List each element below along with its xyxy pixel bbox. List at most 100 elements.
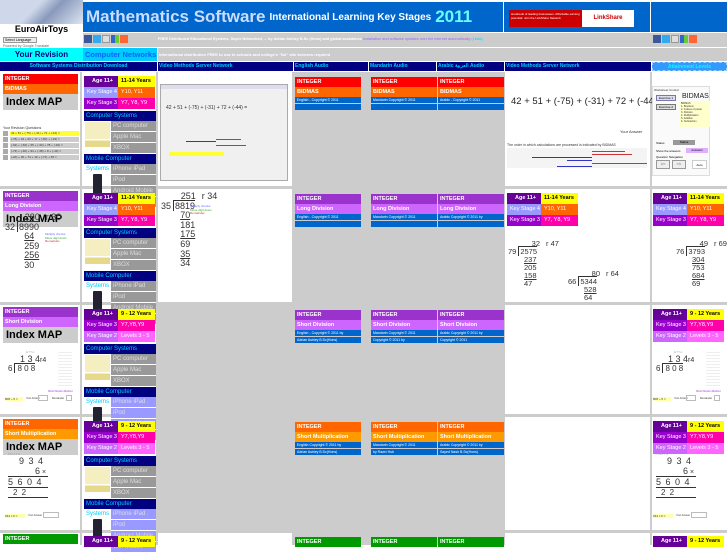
remainder-input[interactable] — [66, 395, 72, 401]
mandarin-audio-box[interactable]: INTEGER — [371, 537, 437, 547]
arabic-audio-box[interactable]: INTEGER Short Division Arabic Copyright © … — [438, 310, 504, 344]
subtopic-tag[interactable]: Short Division — [3, 317, 78, 327]
mandarin-audio-box[interactable]: INTEGER Long Division Mandarin Copyright ©… — [371, 194, 437, 228]
revision-question[interactable]: (-20) + 30 + 74 + 19 + (-71) + 65 = — [3, 155, 79, 160]
mandarin-audio-box[interactable]: INTEGER Short Multiplication Mandarin Copy… — [371, 422, 437, 456]
revision-question[interactable]: (-62) + (-63) + 65 + (-34) + 78 + (-94) … — [3, 143, 79, 148]
answer-input[interactable] — [691, 512, 707, 518]
mobile-system-link[interactable]: iPod — [111, 175, 156, 186]
topic-tag[interactable]: INTEGER — [3, 419, 78, 429]
facebook-icon[interactable] — [653, 35, 661, 43]
info-link-2[interactable]: (Links) — [471, 37, 482, 41]
mobile-system-link[interactable]: iPod — [111, 408, 156, 419]
question-checkbox[interactable] — [3, 131, 8, 136]
question-checkbox[interactable] — [3, 155, 8, 160]
revision-question[interactable]: (-73) + (-46) + 94 + (-38) + 8 + (-43) = — [3, 149, 79, 154]
computer-networks-link[interactable]: Computer Networks — [83, 48, 157, 61]
your-revision-link[interactable]: Your Revision — [0, 48, 83, 61]
answer-input[interactable] — [686, 395, 696, 401]
english-audio-box[interactable]: INTEGER Short Division English - Copyright… — [295, 310, 361, 344]
revision-question[interactable]: 42 + 51 + (-75) + (-31) + 72 + (-44) = — [3, 131, 79, 136]
question-box[interactable]: 808 ÷ 6 = — [5, 397, 23, 401]
computer-system-link[interactable]: PC computer — [111, 354, 156, 365]
computer-system-link[interactable]: PC computer — [111, 238, 156, 249]
col-header-arabic[interactable]: Arabic العربية Audio — [437, 62, 504, 71]
mandarin-audio-box[interactable]: INTEGER Short Division Mandarin Copyright … — [371, 310, 437, 344]
computer-system-link[interactable]: Apple Mac — [111, 249, 156, 260]
answer-input[interactable] — [43, 512, 59, 518]
english-audio-box[interactable]: INTEGER Short Multiplication English Copyr… — [295, 422, 361, 456]
question-checkbox[interactable] — [3, 149, 8, 154]
mobile-system-link[interactable]: iPhone iPad — [111, 397, 156, 408]
english-audio-box[interactable]: INTEGER BIDMAS English - Copyright © 2011 — [295, 77, 361, 111]
mobile-system-link[interactable]: iPhone iPad — [111, 281, 156, 292]
subtopic-tag[interactable]: Long Division — [3, 201, 78, 211]
bidmas-app-screenshot[interactable]: 42 + 51 + (-75) + (-31) + 72 + (-44) = — [160, 84, 288, 181]
revision-question[interactable]: (-76) + 34 + 63 + 17 + (-60) + (-23) = — [3, 137, 79, 142]
mobile-system-link[interactable]: iPod — [111, 292, 156, 303]
delicious-icon[interactable] — [111, 35, 119, 43]
info-link[interactable]: Installation and software updates over t… — [363, 37, 470, 41]
answers-button[interactable]: Answers — [686, 148, 708, 153]
col-header-english[interactable]: English Audio — [294, 62, 368, 71]
col-header-software[interactable]: Software Systems Distribution Download — [0, 62, 157, 71]
computer-system-link[interactable]: XBOX — [111, 143, 156, 154]
twitter-icon[interactable] — [93, 35, 101, 43]
computer-system-link[interactable]: Apple Mac — [111, 477, 156, 488]
author-line: Adrian Ashley B.Sc(Hons) — [295, 449, 361, 456]
method-link[interactable]: Short Division Method — [696, 390, 720, 393]
topic-tag[interactable]: INTEGER — [3, 74, 78, 84]
computer-system-link[interactable]: XBOX — [111, 260, 156, 271]
col-header-mandarin[interactable]: Mandarin Audio — [369, 62, 436, 71]
remainder-input[interactable] — [714, 395, 720, 401]
topic-tag[interactable]: INTEGER — [3, 191, 78, 201]
exercise1-button[interactable]: Exercise 1 — [656, 95, 676, 101]
question-box[interactable]: 934 x 6 = — [653, 514, 673, 518]
delicious-icon[interactable] — [680, 35, 688, 43]
index-map-link[interactable]: Index MAP — [3, 94, 78, 110]
subtopic-tag[interactable]: BIDMAS — [3, 84, 78, 94]
mandarin-audio-box[interactable]: INTEGER BIDMAS Mandarin Copyright © 2011 — [371, 77, 437, 111]
computer-system-link[interactable]: XBOX — [111, 376, 156, 387]
computer-system-link[interactable]: XBOX — [111, 488, 156, 499]
english-audio-box[interactable]: INTEGER — [295, 537, 361, 547]
twitter-icon[interactable] — [662, 35, 670, 43]
question-checkbox[interactable] — [3, 137, 8, 142]
logo[interactable]: EuroAirToys — [0, 0, 83, 35]
email-icon[interactable] — [671, 35, 679, 43]
arabic-audio-box[interactable]: INTEGER Short Multiplication Arabic Copyri… — [438, 422, 504, 456]
col-header-attainment[interactable]: Attainment Levels — [652, 62, 727, 71]
question-checkbox[interactable] — [3, 143, 8, 148]
col-header-video2[interactable]: Video Methods Server Network — [505, 62, 651, 71]
next-question-button[interactable]: ⇨ — [672, 160, 686, 169]
language-select[interactable]: Select Language — [3, 37, 37, 43]
topic-tag[interactable]: INTEGER — [3, 307, 78, 317]
computer-system-link[interactable]: Apple Mac — [111, 132, 156, 143]
mobile-system-link[interactable]: iPhone iPad — [111, 164, 156, 175]
facebook-icon[interactable] — [84, 35, 92, 43]
method-link[interactable]: Short Division Method — [48, 390, 72, 393]
auto-button[interactable]: Auto — [692, 160, 707, 169]
answer-input[interactable] — [38, 395, 48, 401]
arabic-audio-box[interactable]: INTEGER — [438, 537, 504, 547]
addthis-icon[interactable] — [120, 35, 128, 43]
addthis-icon[interactable] — [689, 35, 697, 43]
linkshare-ad[interactable]: Hundreds of leading businesses. Affordab… — [509, 10, 634, 27]
question-box[interactable]: 808 ÷ 6 = — [653, 397, 671, 401]
arabic-audio-box[interactable]: INTEGER BIDMAS Arabic - Copyright © 2011 — [438, 77, 504, 111]
prev-question-button[interactable]: ⇦ — [656, 160, 670, 169]
arabic-audio-box[interactable]: INTEGER Long Division Arabic Copyright © 2… — [438, 194, 504, 228]
mobile-system-link[interactable]: iPhone iPad — [111, 509, 156, 520]
question-box[interactable]: 934 x 6 = — [5, 514, 25, 518]
subtopic-tag[interactable]: Short Multiplication — [3, 429, 78, 439]
index-map-link[interactable]: Index MAP — [3, 327, 78, 343]
email-icon[interactable] — [102, 35, 110, 43]
mobile-system-link[interactable]: iPod — [111, 520, 156, 531]
col-header-video1[interactable]: Video Methods Server Network — [158, 62, 293, 71]
english-audio-box[interactable]: INTEGER Long Division English - Copyright … — [295, 194, 361, 228]
topic-tag[interactable]: INTEGER — [3, 534, 78, 544]
computer-system-link[interactable]: PC computer — [111, 121, 156, 132]
exercise2-button[interactable]: Exercise 2 — [656, 104, 676, 110]
computer-system-link[interactable]: PC computer — [111, 466, 156, 477]
computer-system-link[interactable]: Apple Mac — [111, 365, 156, 376]
